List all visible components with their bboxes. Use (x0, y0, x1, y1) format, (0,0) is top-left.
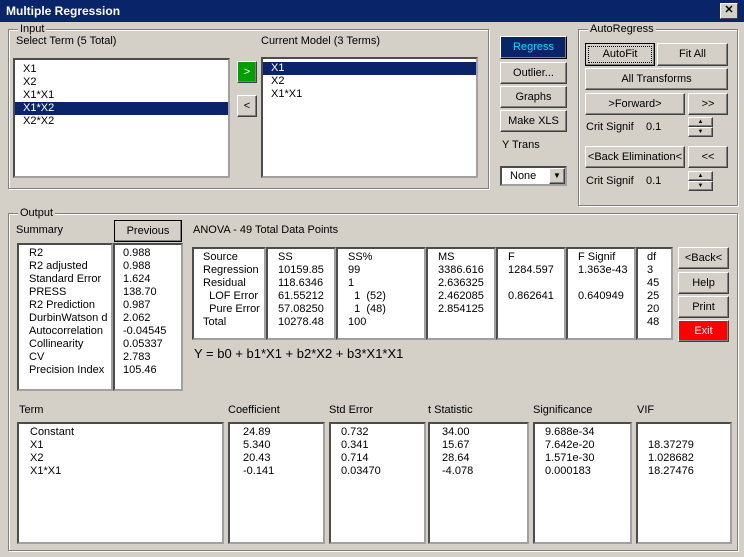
regress-button[interactable]: Regress (500, 36, 567, 59)
spin-up-icon[interactable]: ▲ (688, 117, 713, 127)
list-item[interactable]: X2 (263, 75, 476, 88)
coef-vif: 18.37279 1.028682 18.27476 (636, 422, 732, 544)
close-button[interactable]: ✕ (720, 3, 738, 19)
col-header-term: Term (19, 404, 44, 416)
coef-std-error: 0.732 0.341 0.714 0.03470 (329, 422, 426, 544)
chevron-down-icon[interactable]: ▼ (549, 168, 565, 184)
autoregress-label: AutoRegress (588, 23, 656, 35)
list-item[interactable]: X1 (15, 63, 228, 76)
remove-term-button[interactable]: < (237, 95, 257, 117)
spin-up-icon[interactable]: ▲ (688, 171, 713, 181)
list-item[interactable]: X2*X2 (15, 115, 228, 128)
term-list[interactable]: X1 X2 X1*X1 X1*X2 X2*X2 (13, 58, 230, 178)
anova-ss: SS 10159.85 118.6346 61.55212 57.08250 1… (266, 247, 336, 340)
print-button[interactable]: Print (678, 296, 729, 318)
col-header-vif: VIF (637, 404, 655, 416)
ytrans-label: Y Trans (502, 139, 540, 151)
make-xls-button[interactable]: Make XLS (500, 110, 567, 132)
all-transforms-button[interactable]: All Transforms (585, 68, 728, 90)
coef-terms: Constant X1 X2 X1*X1 (17, 422, 224, 544)
back-elimination-button[interactable]: <Back Elimination< (585, 146, 685, 168)
select-term-label: Select Term (5 Total) (16, 35, 117, 47)
spin-down-icon[interactable]: ▼ (688, 181, 713, 191)
col-header-t-statistic: t Statistic (428, 404, 473, 416)
list-item[interactable]: X2 (15, 76, 228, 89)
input-group-label: Input (18, 23, 47, 35)
exit-button[interactable]: Exit (678, 320, 729, 342)
anova-title: ANOVA - 49 Total Data Points (193, 224, 339, 236)
outlier-button[interactable]: Outlier... (500, 62, 567, 84)
list-item[interactable]: X1*X1 (263, 88, 476, 101)
crit-signif-value-back: 0.1 (646, 175, 662, 187)
help-button[interactable]: Help (678, 272, 729, 294)
ytrans-value: None (510, 170, 537, 182)
anova-source: Source Regression Residual LOF Error Pur… (192, 247, 266, 340)
crit-signif-label-forward: Crit Signif (586, 121, 634, 133)
coef-values: 24.89 5.340 20.43 -0.141 (228, 422, 325, 544)
output-group-label: Output (18, 207, 56, 219)
add-term-button[interactable]: > (237, 61, 257, 83)
title-bar: Multiple Regression ✕ (0, 0, 744, 22)
anova-ms: MS 3386.616 2.636325 2.462085 2.854125 (426, 247, 496, 340)
list-item[interactable]: X1 (263, 62, 476, 75)
graphs-button[interactable]: Graphs (500, 86, 567, 108)
regression-equation: Y = b0 + b1*X1 + b2*X2 + b3*X1*X1 (194, 346, 404, 361)
forward-all-button[interactable]: >> (688, 93, 728, 115)
back-all-button[interactable]: << (688, 146, 728, 168)
autofit-button[interactable]: AutoFit (585, 43, 655, 66)
crit-signif-value-forward: 0.1 (646, 121, 662, 133)
previous-button[interactable]: Previous (114, 220, 182, 242)
forward-button[interactable]: >Forward> (585, 93, 685, 115)
col-header-coefficient: Coefficient (228, 404, 280, 416)
anova-sspct: SS% 99 1 1 (52) 1 (48) 100 (336, 247, 426, 340)
coef-t-statistic: 34.00 15.67 28.64 -4.078 (428, 422, 529, 544)
coef-significance: 9.688e-34 7.642e-20 1.571e-30 0.000183 (533, 422, 632, 544)
col-header-std-error: Std Error (329, 404, 374, 416)
anova-fsig: F Signif 1.363e-43 0.640949 (566, 247, 636, 340)
window-title: Multiple Regression (6, 4, 121, 18)
summary-names: R2 R2 adjusted Standard Error PRESS R2 P… (17, 243, 113, 391)
anova-df: df 3 45 25 20 48 (636, 247, 673, 340)
summary-label: Summary (16, 224, 64, 236)
list-item[interactable]: X1*X1 (15, 89, 228, 102)
list-item[interactable]: X1*X2 (15, 102, 228, 115)
ytrans-select[interactable]: None ▼ (500, 166, 567, 186)
crit-signif-label-back: Crit Signif (586, 175, 634, 187)
model-list[interactable]: X1 X2 X1*X1 (261, 57, 478, 178)
spin-down-icon[interactable]: ▼ (688, 127, 713, 137)
anova-f: F 1284.597 0.862641 (496, 247, 566, 340)
fit-all-button[interactable]: Fit All (657, 43, 728, 66)
current-model-label: Current Model (3 Terms) (261, 35, 380, 47)
summary-values: 0.988 0.988 1.624 138.70 0.987 2.062 -0.… (113, 243, 183, 391)
col-header-significance: Significance (533, 404, 593, 416)
back-button[interactable]: <Back< (678, 247, 729, 269)
